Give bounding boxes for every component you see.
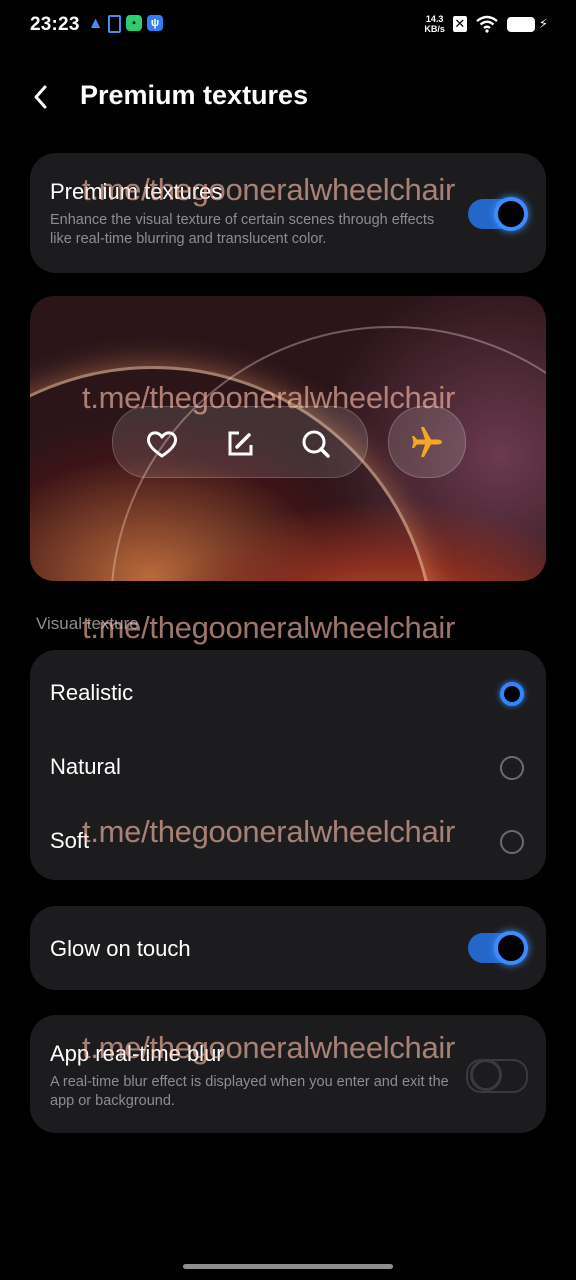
- edit-icon[interactable]: [223, 427, 257, 461]
- battery-icon: [506, 16, 535, 32]
- glow-on-touch-toggle[interactable]: [468, 931, 528, 965]
- search-icon[interactable]: [299, 427, 333, 461]
- visual-texture-section-label: Visual texture: [36, 614, 139, 633]
- app-blur-toggle[interactable]: [466, 1059, 528, 1093]
- network-speed: 14.3 KB/s: [424, 14, 445, 34]
- status-time: 23:23: [30, 14, 80, 35]
- texture-preview: [30, 296, 546, 581]
- airplane-button[interactable]: [388, 406, 466, 478]
- airplane-icon: [412, 427, 442, 457]
- option-label: Soft: [50, 828, 90, 853]
- glow-on-touch-card[interactable]: Glow on touch: [30, 906, 546, 990]
- charging-icon: ⚡: [538, 16, 548, 31]
- top-bar: Premium textures: [0, 70, 576, 126]
- preview-dock: [112, 406, 368, 478]
- toggle-knob: [494, 197, 528, 231]
- premium-textures-title: Premium textures: [50, 179, 223, 204]
- option-label: Realistic: [50, 680, 134, 705]
- app-blur-card[interactable]: App real-time blur A real-time blur effe…: [30, 1015, 546, 1133]
- back-button[interactable]: [30, 78, 60, 114]
- network-speed-unit: KB/s: [424, 24, 445, 34]
- no-sim-icon: ✕: [452, 16, 467, 32]
- sim-icon: [108, 15, 121, 33]
- home-indicator[interactable]: [183, 1264, 393, 1269]
- premium-textures-card[interactable]: Premium textures Enhance the visual text…: [30, 153, 546, 273]
- chevron-left-icon: [34, 85, 47, 109]
- status-icons: ▲ ▪ ψ: [88, 15, 163, 33]
- premium-textures-toggle[interactable]: [468, 197, 528, 231]
- page-title: Premium textures: [80, 80, 309, 110]
- premium-textures-description: Enhance the visual texture of certain sc…: [50, 212, 435, 247]
- glow-on-touch-title: Glow on touch: [50, 936, 191, 961]
- option-realistic[interactable]: Realistic: [30, 656, 546, 730]
- option-soft[interactable]: Soft: [30, 804, 546, 878]
- radio-selected[interactable]: [500, 682, 524, 706]
- visual-texture-card: Realistic Natural Soft: [30, 650, 546, 880]
- option-natural[interactable]: Natural: [30, 730, 546, 804]
- status-bar: 23:23 ▲ ▪ ψ 14.3 KB/s ✕ ⚡: [0, 0, 576, 52]
- radio-unselected[interactable]: [500, 830, 524, 854]
- app-blur-title: App real-time blur: [50, 1041, 224, 1066]
- app-blur-description: A real-time blur effect is displayed whe…: [50, 1074, 449, 1109]
- usb-icon: ψ: [147, 15, 163, 31]
- toggle-knob: [494, 931, 528, 965]
- toggle-knob: [470, 1059, 502, 1091]
- radio-unselected[interactable]: [500, 756, 524, 780]
- message-icon: ▪: [126, 15, 142, 31]
- status-right: 14.3 KB/s ✕ ⚡: [424, 14, 548, 34]
- wifi-icon: [476, 15, 498, 33]
- option-label: Natural: [50, 754, 121, 779]
- heart-icon[interactable]: [145, 427, 179, 461]
- warning-icon: ▲: [87, 15, 104, 32]
- network-speed-value: 14.3: [425, 14, 444, 24]
